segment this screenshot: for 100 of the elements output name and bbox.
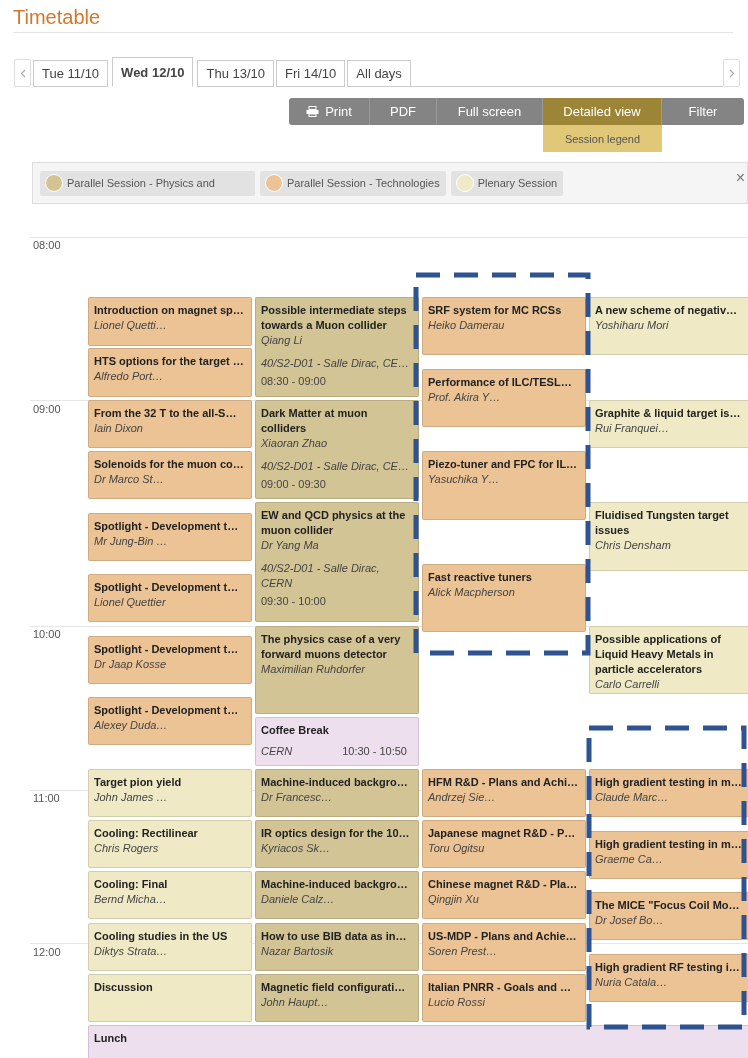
entry-title: Spotlight - Development t…	[94, 519, 239, 534]
entry-title: Italian PNRR - Goals and …	[428, 980, 572, 995]
session-block[interactable]: Japanese magnet R&D - P… Toru Ogitsu	[422, 820, 586, 868]
legend-label: Plenary Session	[477, 177, 558, 189]
speaker-name: Dr Josef Bo…	[595, 913, 664, 928]
session-block[interactable]: Possible applications of Liquid Heavy Metals in particle accelerators Carlo Carrelli	[589, 626, 748, 694]
session-block[interactable]: Fluidised Tungsten target issues Chris Densham	[589, 502, 748, 571]
session-block[interactable]: Spotlight - Development t… Alexey Duda…	[88, 697, 252, 745]
entry-title: Lunch	[94, 1031, 127, 1046]
session-block[interactable]: A new scheme of negativ… Yoshiharu Mori	[589, 297, 748, 355]
session-block[interactable]: The MICE "Focus Coil Mo… Dr Josef Bo…	[589, 892, 748, 940]
session-block[interactable]: Piezo-tuner and FPC for IL… Yasuchika Y…	[422, 451, 586, 520]
next-day-button[interactable]	[723, 59, 740, 87]
session-block[interactable]: Introduction on magnet sp… Lionel Quetti…	[88, 297, 252, 346]
session-block[interactable]: Possible intermediate steps towards a Muon collider Qiang Li 40/S2-D01 - Salle Dirac, CE… 08:30 - 09:00	[255, 297, 419, 397]
room-label: CERN	[261, 744, 293, 759]
legend-item[interactable]: Parallel Session - Technologies	[260, 170, 446, 196]
session-block[interactable]: HFM R&D - Plans and Achi… Andrzej Sie…	[422, 769, 586, 817]
speaker-name: Dr Marco St…	[94, 472, 164, 487]
toolbar-button[interactable]: Print	[289, 98, 370, 125]
day-tab[interactable]: Fri 14/10	[276, 60, 346, 87]
session-block[interactable]: Spotlight - Development t… Mr Jung-Bin …	[88, 513, 252, 561]
session-block[interactable]: Spotlight - Development t… Dr Jaap Kosse	[88, 636, 252, 684]
session-block[interactable]: HTS options for the target … Alfredo Port…	[88, 348, 252, 397]
legend-item[interactable]: Plenary Session	[450, 170, 564, 196]
session-block[interactable]: The physics case of a very forward muons detector Maximilian Ruhdorfer	[255, 626, 419, 714]
break-block[interactable]: Coffee Break CERN 10:30 - 10:50	[255, 717, 419, 766]
speaker-name: Heiko Damerau	[428, 318, 505, 333]
session-block[interactable]: US-MDP - Plans and Achie… Soren Prest…	[422, 923, 586, 971]
entry-title: A new scheme of negativ…	[595, 303, 738, 318]
entry-title: Spotlight - Development t…	[94, 703, 239, 718]
day-tab[interactable]: All days	[347, 60, 411, 87]
speaker-name: Dr Yang Ma	[261, 538, 319, 553]
speaker-name: Mr Jung-Bin …	[94, 534, 168, 549]
entry-title: Performance of ILC/TESL…	[428, 375, 572, 390]
previous-day-button[interactable]	[14, 59, 31, 87]
session-block[interactable]: Graphite & liquid target is… Rui Franquei…	[589, 400, 748, 448]
legend-label: Parallel Session - Technologies	[287, 177, 440, 189]
speaker-name: Lionel Quetti…	[94, 318, 167, 333]
speaker-name: John James …	[94, 790, 168, 805]
speaker-name: Carlo Carrelli	[595, 677, 660, 692]
session-block[interactable]: Cooling: Rectilinear Chris Rogers	[88, 820, 252, 868]
close-button[interactable]: ×	[735, 169, 745, 187]
session-block[interactable]: Chinese magnet R&D - Pla… Qingjin Xu	[422, 871, 586, 919]
entry-title: Target pion yield	[94, 775, 182, 790]
session-block[interactable]: Machine-induced backgro… Dr Francesc…	[255, 769, 419, 817]
toolbar-button[interactable]: Filter	[662, 98, 744, 125]
room-label: 40/S2-D01 - Salle Dirac, CE…	[261, 459, 409, 474]
speaker-name: Rui Franquei…	[595, 421, 669, 436]
session-block[interactable]: EW and QCD physics at the muon collider Dr Yang Ma 40/S2-D01 - Salle Dirac, CERN 09:30 - 10:00	[255, 502, 419, 622]
entry-title: Machine-induced backgro…	[261, 877, 408, 892]
session-block[interactable]: High gradient testing in m… Graeme Ca…	[589, 831, 748, 879]
entry-title: Piezo-tuner and FPC for IL…	[428, 457, 578, 472]
toolbar-button[interactable]: PDF	[370, 98, 437, 125]
session-block[interactable]: High gradient testing in m… Claude Marc…	[589, 769, 748, 817]
entry-title: SRF system for MC RCSs	[428, 303, 562, 318]
time-range: 09:00 - 09:30	[261, 477, 326, 492]
chevron-left-icon	[19, 68, 26, 78]
entry-title: How to use BIB data as in…	[261, 929, 407, 944]
time-range: 08:30 - 09:00	[261, 374, 326, 389]
day-tab[interactable]: Thu 13/10	[197, 60, 274, 87]
speaker-name: Dr Jaap Kosse	[94, 657, 167, 672]
speaker-name: Nuria Catala…	[595, 975, 668, 990]
entry-title: Possible intermediate steps towards a Muon collider	[261, 303, 408, 333]
break-block[interactable]: Lunch	[88, 1025, 748, 1058]
session-block[interactable]: Discussion	[88, 974, 252, 1022]
session-block[interactable]: Dark Matter at muon colliders Xiaoran Zhao 40/S2-D01 - Salle Dirac, CE… 09:00 - 09:30	[255, 400, 419, 499]
session-block[interactable]: SRF system for MC RCSs Heiko Damerau	[422, 297, 586, 355]
session-block[interactable]: Magnetic field configurati… John Haupt…	[255, 974, 419, 1022]
session-block[interactable]: Target pion yield John James …	[88, 769, 252, 817]
session-block[interactable]: Cooling studies in the US Diktys Strata…	[88, 923, 252, 971]
session-block[interactable]: Cooling: Final Bernd Micha…	[88, 871, 252, 919]
session-block[interactable]: Performance of ILC/TESL… Prof. Akira Y…	[422, 369, 586, 427]
session-block[interactable]: From the 32 T to the all-S… Iain Dixon	[88, 400, 252, 448]
speaker-name: Maximilian Ruhdorfer	[261, 662, 365, 677]
session-block[interactable]: Spotlight - Development t… Lionel Quettier	[88, 574, 252, 622]
session-legend-button[interactable]: Session legend	[543, 125, 662, 152]
toolbar-button[interactable]: Detailed view	[543, 98, 662, 125]
session-block[interactable]: High gradient RF testing i… Nuria Catala…	[589, 954, 748, 1002]
speaker-name: Graeme Ca…	[595, 852, 663, 867]
session-block[interactable]: Solenoids for the muon co… Dr Marco St…	[88, 451, 252, 499]
session-block[interactable]: IR optics design for the 10… Kyriacos Sk…	[255, 820, 419, 868]
room-label: 40/S2-D01 - Salle Dirac, CERN	[261, 561, 381, 591]
session-block[interactable]: Machine-induced backgro… Daniele Calz…	[255, 871, 419, 919]
speaker-name: Dr Francesc…	[261, 790, 332, 805]
legend-item[interactable]: Parallel Session - Physics and	[40, 170, 255, 196]
entry-title: Fluidised Tungsten target issues	[595, 508, 730, 538]
toolbar-button[interactable]: Full screen	[437, 98, 543, 125]
session-block[interactable]: Italian PNRR - Goals and … Lucio Rossi	[422, 974, 586, 1022]
session-block[interactable]: Fast reactive tuners Alick Macpherson	[422, 564, 586, 632]
speaker-name: Kyriacos Sk…	[261, 841, 331, 856]
session-block[interactable]: How to use BIB data as in… Nazar Bartosik	[255, 923, 419, 971]
speaker-name: Alexey Duda…	[94, 718, 168, 733]
entry-title: HFM R&D - Plans and Achi…	[428, 775, 578, 790]
printer-icon	[306, 106, 320, 117]
speaker-name: Alfredo Port…	[94, 369, 164, 384]
speaker-name: Yoshiharu Mori	[595, 318, 669, 333]
day-tab[interactable]: Wed 12/10	[112, 57, 194, 87]
speaker-name: Chris Rogers	[94, 841, 159, 856]
day-tab[interactable]: Tue 11/10	[33, 60, 109, 87]
